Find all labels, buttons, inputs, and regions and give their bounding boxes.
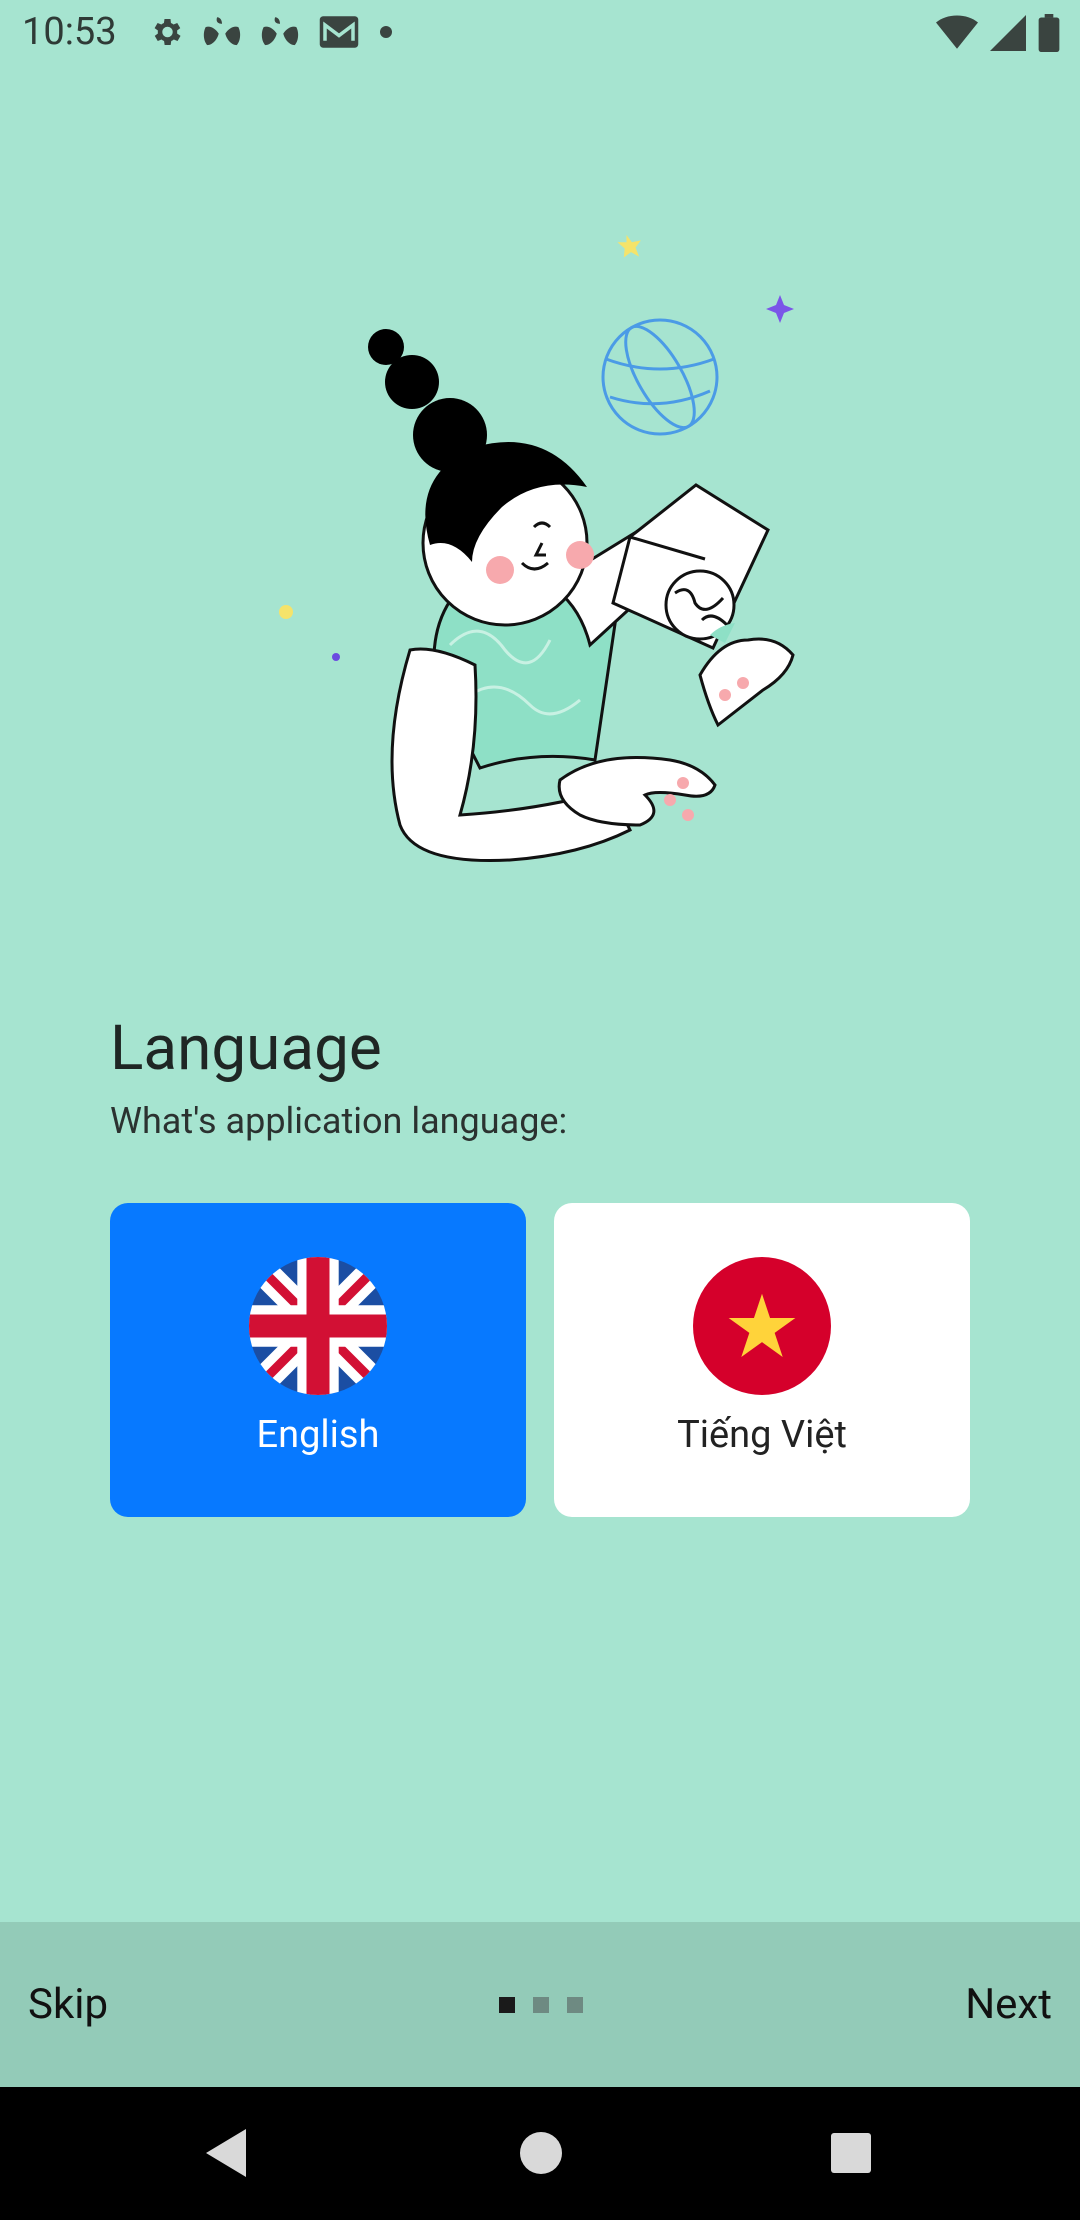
home-icon[interactable] — [518, 2125, 564, 2181]
back-icon[interactable] — [202, 2125, 252, 2181]
app-icon-2 — [261, 17, 299, 46]
language-label-vietnamese: Tiếng Việt — [677, 1413, 847, 1457]
language-label-english: English — [256, 1413, 380, 1457]
mail-icon — [319, 16, 359, 48]
battery-icon — [1038, 14, 1060, 52]
page-subtitle: What's application language: — [110, 1100, 568, 1142]
vietnam-flag-icon — [693, 1257, 831, 1395]
gear-icon — [154, 18, 181, 46]
page-dot-active — [499, 1997, 515, 2013]
next-button[interactable]: Next — [965, 1980, 1052, 2029]
system-nav-bar — [0, 2087, 1080, 2220]
signal-icon — [990, 15, 1026, 51]
dot-icon — [380, 26, 392, 38]
page-dot — [567, 1997, 583, 2013]
status-time: 10:53 — [22, 10, 117, 54]
skip-button[interactable]: Skip — [28, 1980, 108, 2029]
status-bar: 10:53 — [0, 0, 1080, 66]
status-icons — [148, 14, 394, 50]
language-option-english[interactable]: English — [110, 1203, 526, 1517]
recents-icon[interactable] — [828, 2125, 874, 2181]
page-title: Language — [110, 1012, 382, 1085]
status-right-icons — [936, 14, 1060, 52]
wifi-icon — [936, 15, 978, 49]
onboarding-bottom-bar: Skip Next — [0, 1922, 1080, 2087]
language-illustration — [279, 235, 795, 863]
app-icon-1 — [203, 17, 241, 46]
page-dot — [533, 1997, 549, 2013]
language-option-vietnamese[interactable]: Tiếng Việt — [554, 1203, 970, 1517]
uk-flag-icon — [249, 1257, 387, 1395]
page-indicator — [499, 1997, 583, 2013]
